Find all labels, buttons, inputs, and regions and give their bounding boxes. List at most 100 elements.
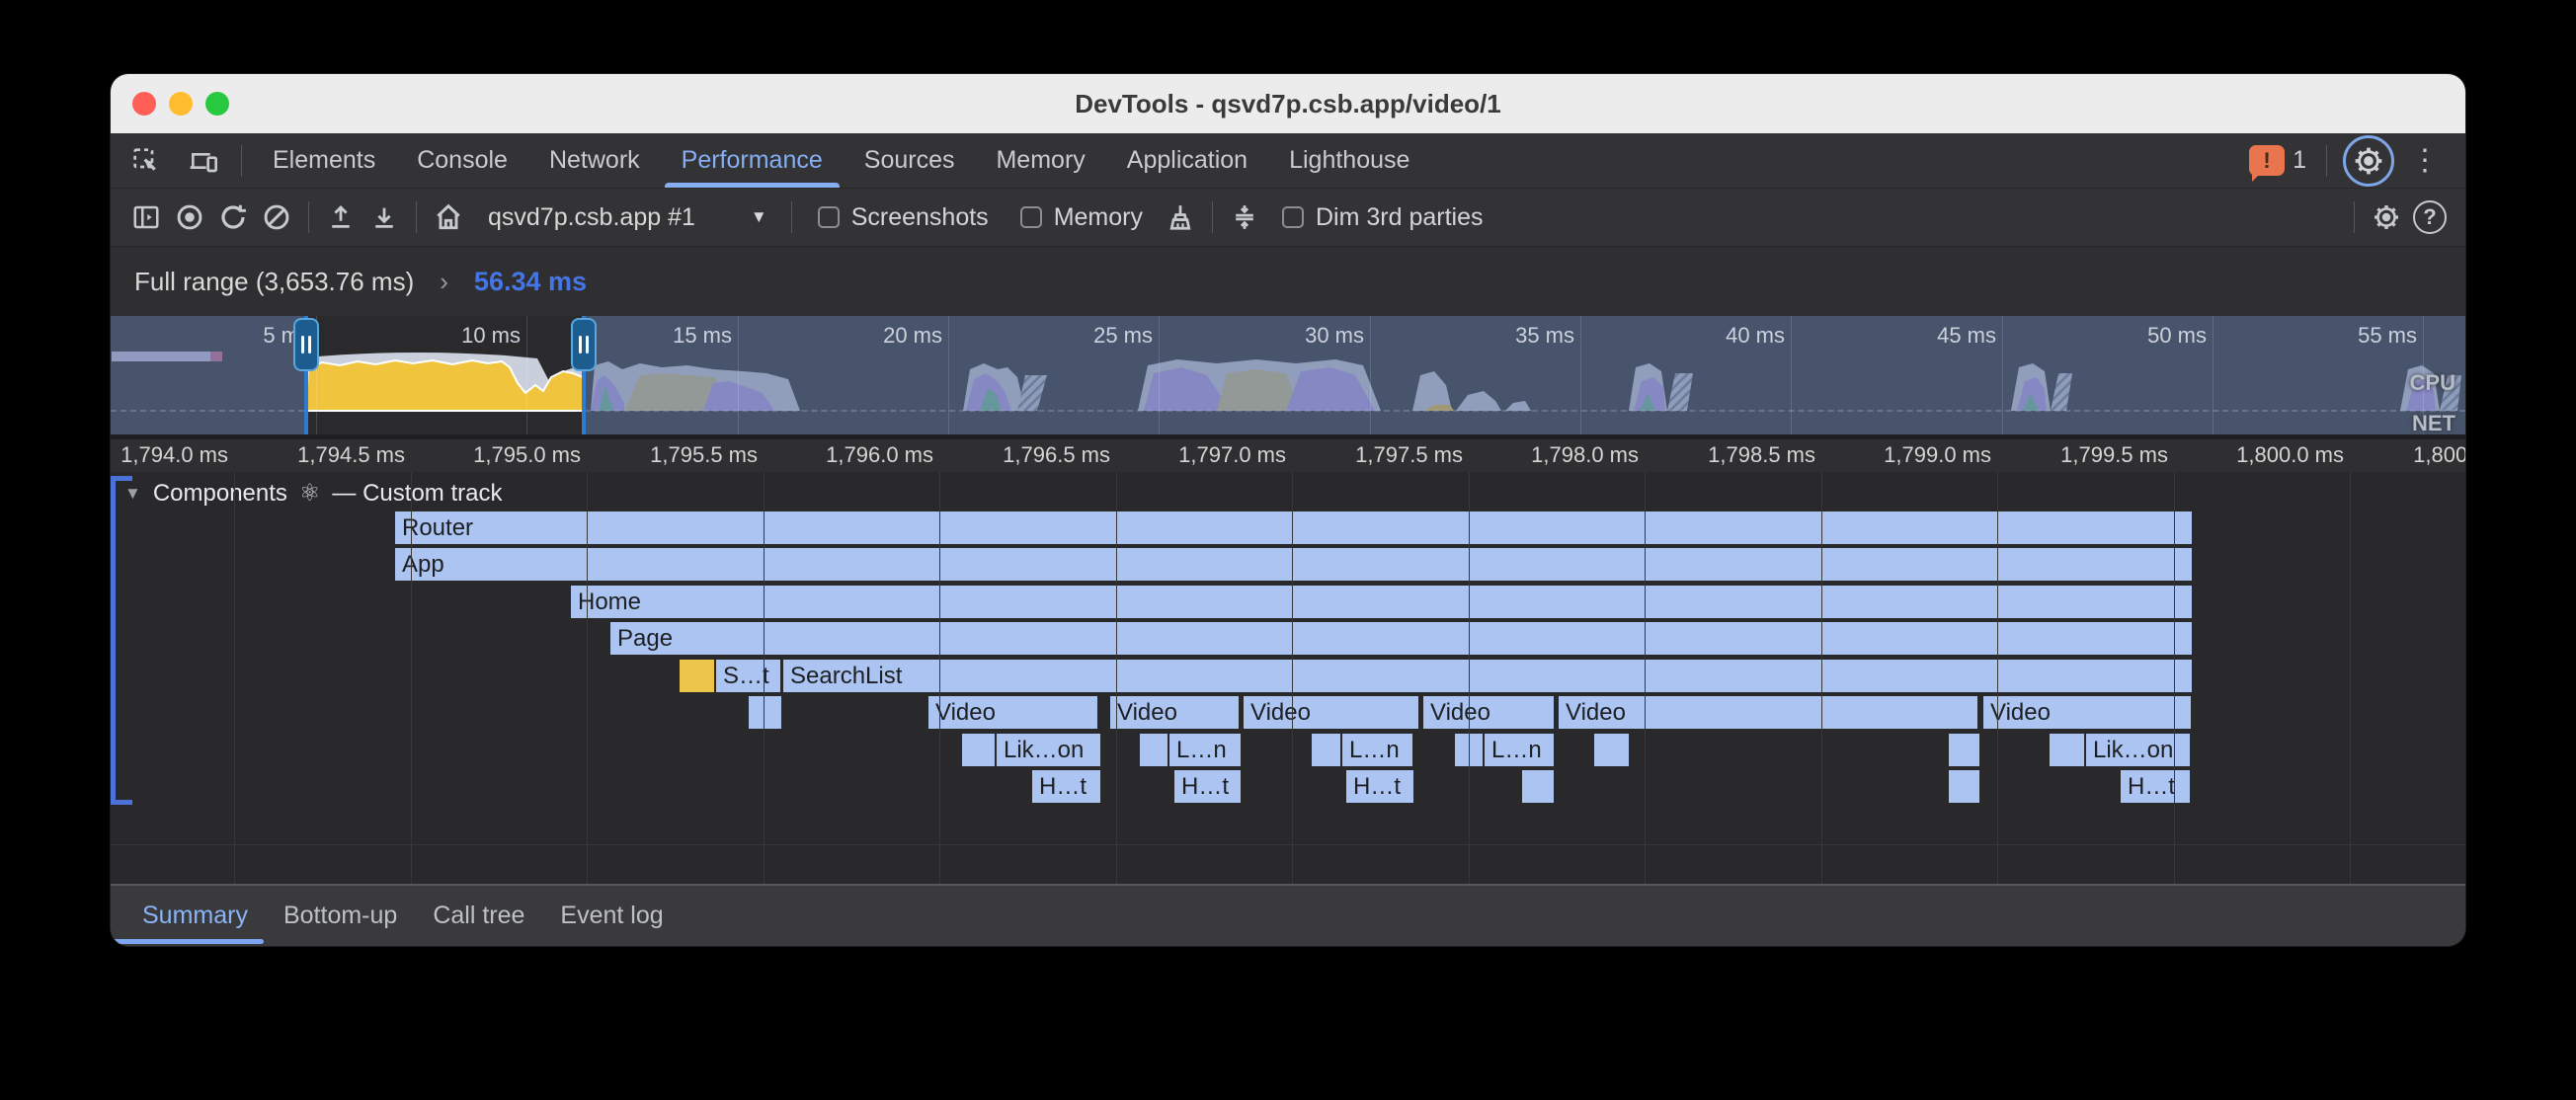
live-metrics-home-icon[interactable] xyxy=(427,196,470,239)
flame-bar[interactable] xyxy=(1594,734,1629,766)
flame-bar-l-n[interactable]: L…n xyxy=(1485,734,1554,766)
overview-tick-line xyxy=(1159,316,1160,434)
overview-tick-line xyxy=(2213,316,2214,434)
flame-bar-h-t[interactable]: H…t xyxy=(2121,770,2190,803)
divider xyxy=(1212,201,1213,233)
flame-bar-l-n[interactable]: L…n xyxy=(1169,734,1241,766)
flame-bar-video[interactable]: Video xyxy=(1244,696,1418,729)
breadcrumb-full-range[interactable]: Full range (3,653.76 ms) xyxy=(134,267,414,297)
flame-bar-searchlist[interactable]: SearchList xyxy=(783,660,2192,692)
save-profile-icon[interactable] xyxy=(362,196,406,239)
checkbox-box xyxy=(818,206,840,228)
flame-bar-s-t[interactable]: S…t xyxy=(716,660,780,692)
zoom-window-button[interactable] xyxy=(205,92,229,116)
flame-bar[interactable] xyxy=(1140,734,1167,766)
tab-sources[interactable]: Sources xyxy=(844,133,976,188)
ruler-tick-label: 1,798.0 ms xyxy=(1496,442,1639,468)
divider xyxy=(2354,201,2355,233)
gridline-vertical xyxy=(2350,472,2351,884)
gridline-vertical xyxy=(1116,472,1117,884)
settings-gear-button-active[interactable] xyxy=(2343,135,2394,187)
timeline-ruler: 1,794.0 ms1,794.5 ms1,795.0 ms1,795.5 ms… xyxy=(111,439,2465,472)
flame-bar[interactable] xyxy=(680,660,714,692)
history-dropdown[interactable]: qsvd7p.csb.app #1 ▼ xyxy=(470,203,781,232)
devtools-tab-bar: ElementsConsoleNetworkPerformanceSources… xyxy=(111,133,2465,189)
flame-bar-router[interactable]: Router xyxy=(395,511,2192,544)
flame-bar-h-t[interactable]: H…t xyxy=(1032,770,1100,803)
ruler-tick-label: 1,800.5 ms xyxy=(2378,442,2465,468)
toggle-panel-icon[interactable] xyxy=(124,196,168,239)
gridline-vertical xyxy=(1469,472,1470,884)
tab-elements[interactable]: Elements xyxy=(252,133,396,188)
flame-bar-app[interactable]: App xyxy=(395,548,2192,581)
help-icon[interactable]: ? xyxy=(2408,196,2452,239)
screenshots-checkbox[interactable]: Screenshots xyxy=(818,203,989,232)
load-profile-icon[interactable] xyxy=(319,196,362,239)
flame-bar-l-n[interactable]: L…n xyxy=(1342,734,1412,766)
checkbox-label: Screenshots xyxy=(851,203,989,232)
cpu-lane-label: CPU xyxy=(2410,370,2455,396)
flame-bar-video[interactable]: Video xyxy=(1110,696,1239,729)
dim-3rd-parties-checkbox[interactable]: Dim 3rd parties xyxy=(1282,203,1484,232)
flame-bar-home[interactable]: Home xyxy=(571,586,2192,618)
detail-tab-call-tree[interactable]: Call tree xyxy=(415,886,542,946)
divider xyxy=(416,201,417,233)
devtools-window: DevTools - qsvd7p.csb.app/video/1 Elemen… xyxy=(111,74,2465,946)
chevron-right-icon: › xyxy=(440,267,448,297)
clear-icon[interactable] xyxy=(255,196,298,239)
issues-button[interactable]: ! 1 xyxy=(2249,145,2306,176)
flame-chart[interactable]: ▼ Components ⚛ — Custom track Router App H… xyxy=(111,472,2465,884)
collect-garbage-broom-icon[interactable] xyxy=(1159,196,1202,239)
tab-console[interactable]: Console xyxy=(396,133,528,188)
gridline-vertical xyxy=(411,472,412,884)
detail-tab-event-log[interactable]: Event log xyxy=(542,886,681,946)
minimize-window-button[interactable] xyxy=(169,92,193,116)
ruler-tick-label: 1,796.0 ms xyxy=(791,442,933,468)
track-name: Components xyxy=(153,480,287,508)
detail-tab-summary[interactable]: Summary xyxy=(124,886,266,946)
overview-tick-line xyxy=(1580,316,1581,434)
checkbox-box xyxy=(1020,206,1042,228)
overview-tick-line xyxy=(948,316,949,434)
memory-checkbox[interactable]: Memory xyxy=(1020,203,1143,232)
flame-bar[interactable] xyxy=(1312,734,1340,766)
selection-handle-left-grip[interactable] xyxy=(293,318,319,371)
checkbox-label: Memory xyxy=(1054,203,1143,232)
flame-bar[interactable] xyxy=(1522,770,1554,803)
flame-bar-page[interactable]: Page xyxy=(610,622,2192,655)
flame-bar[interactable] xyxy=(2050,734,2084,766)
tab-performance[interactable]: Performance xyxy=(661,133,844,188)
breadcrumb-selected-range[interactable]: 56.34 ms xyxy=(474,267,587,297)
kebab-menu-icon[interactable]: ⋮ xyxy=(2400,143,2450,178)
flame-bar[interactable] xyxy=(1949,734,1979,766)
tab-memory[interactable]: Memory xyxy=(975,133,1105,188)
ruler-tick-label: 1,799.5 ms xyxy=(2026,442,2168,468)
device-toolbar-icon[interactable] xyxy=(182,139,225,183)
selection-handle-right-grip[interactable] xyxy=(571,318,597,371)
flame-bar-h-t[interactable]: H…t xyxy=(1346,770,1413,803)
tab-lighthouse[interactable]: Lighthouse xyxy=(1268,133,1430,188)
ruler-tick-label: 1,797.0 ms xyxy=(1144,442,1286,468)
track-header-components[interactable]: ▼ Components ⚛ — Custom track xyxy=(124,479,502,508)
flame-bar-video[interactable]: Video xyxy=(1983,696,2191,729)
flame-bar-lik-on[interactable]: Lik…on xyxy=(997,734,1100,766)
collapse-icon[interactable] xyxy=(1223,196,1266,239)
close-window-button[interactable] xyxy=(132,92,156,116)
flame-bar-video[interactable]: Video xyxy=(1423,696,1554,729)
flame-bar-video[interactable]: Video xyxy=(928,696,1097,729)
gridline-vertical xyxy=(234,472,235,884)
inspect-icon[interactable] xyxy=(124,139,168,183)
gridline-vertical xyxy=(1821,472,1822,884)
tab-network[interactable]: Network xyxy=(528,133,661,188)
settings-gear-icon[interactable] xyxy=(2365,196,2408,239)
tab-application[interactable]: Application xyxy=(1106,133,1268,188)
reload-record-icon[interactable] xyxy=(211,196,255,239)
flame-bar-h-t[interactable]: H…t xyxy=(1174,770,1241,803)
record-icon[interactable] xyxy=(168,196,211,239)
flame-bar-video[interactable]: Video xyxy=(1559,696,1977,729)
flame-bar[interactable] xyxy=(962,734,995,766)
timeline-overview[interactable]: 5 ms10 ms15 ms20 ms25 ms30 ms35 ms40 ms4… xyxy=(111,316,2465,434)
flame-bar[interactable] xyxy=(1949,770,1979,803)
detail-tab-bottom-up[interactable]: Bottom-up xyxy=(266,886,415,946)
flame-bar[interactable] xyxy=(749,696,781,729)
